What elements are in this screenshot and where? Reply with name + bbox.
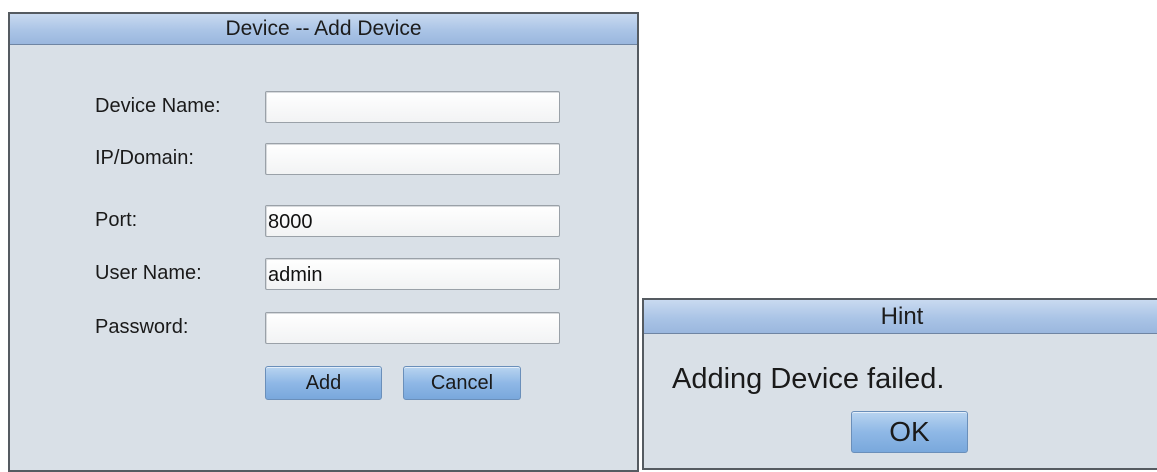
dialog-title: Device -- Add Device xyxy=(10,14,637,45)
add-button[interactable]: Add xyxy=(265,366,382,400)
user-name-label: User Name: xyxy=(95,262,202,284)
ok-button[interactable]: OK xyxy=(851,411,968,453)
hint-dialog: Hint Adding Device failed. OK xyxy=(642,298,1157,470)
user-name-input[interactable] xyxy=(265,258,560,290)
cancel-button[interactable]: Cancel xyxy=(403,366,521,400)
port-input[interactable] xyxy=(265,205,560,237)
ip-domain-row: IP/Domain: xyxy=(10,143,637,177)
port-label: Port: xyxy=(95,209,138,231)
password-row: Password: xyxy=(10,312,637,346)
password-label: Password: xyxy=(95,316,189,338)
hint-title: Hint xyxy=(644,300,1157,334)
user-name-row: User Name: xyxy=(10,258,637,292)
add-device-dialog: Device -- Add Device Device Name: IP/Dom… xyxy=(8,12,639,472)
device-name-row: Device Name: xyxy=(10,91,637,125)
ip-domain-input[interactable] xyxy=(265,143,560,175)
password-input[interactable] xyxy=(265,312,560,344)
ip-domain-label: IP/Domain: xyxy=(95,147,194,169)
port-row: Port: xyxy=(10,205,637,239)
device-name-input[interactable] xyxy=(265,91,560,123)
hint-message: Adding Device failed. xyxy=(672,363,945,395)
device-name-label: Device Name: xyxy=(95,95,221,117)
